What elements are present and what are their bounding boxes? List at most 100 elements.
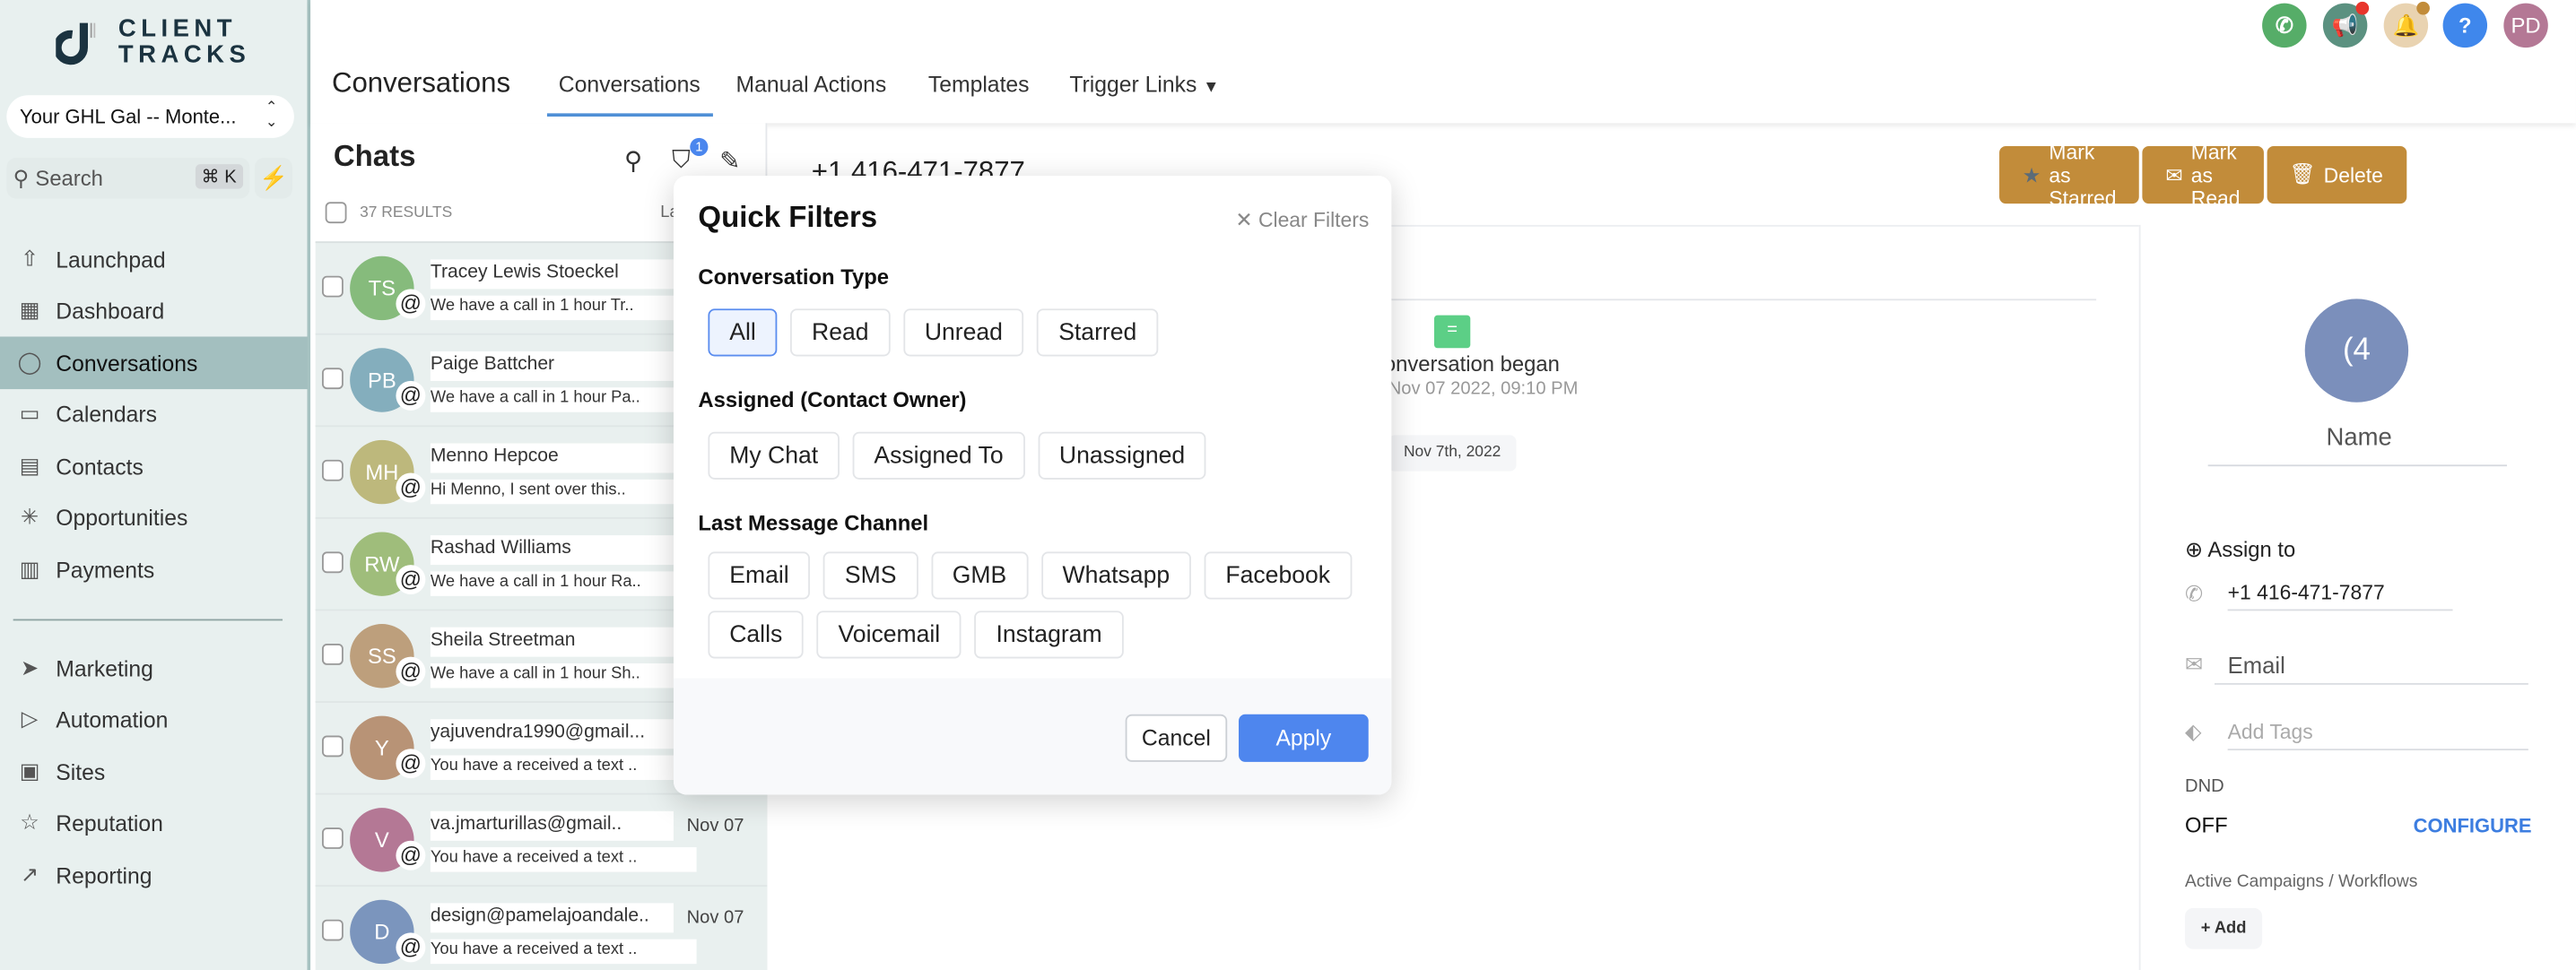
- sidebar-item-launchpad[interactable]: ⇧ Launchpad: [0, 233, 308, 286]
- tags-field[interactable]: Add Tags: [2227, 716, 2528, 751]
- search-icon[interactable]: ⚲: [624, 146, 642, 176]
- mark-as-read-label: Mark as Read: [2190, 140, 2241, 210]
- sidebar-item-conversations[interactable]: ◯ Conversations: [0, 336, 308, 390]
- filter-option-calls[interactable]: Calls: [708, 611, 805, 659]
- sidebar-item-dashboard[interactable]: ▦ Dashboard: [0, 284, 308, 337]
- results-row: 37 RESULTS: [325, 202, 452, 224]
- contact-name: Menno Hepcoe: [430, 443, 674, 473]
- tab-trigger-links[interactable]: Trigger Links ▼: [1069, 73, 1219, 97]
- assign-to-button[interactable]: ⊕ Assign to: [2185, 537, 2295, 563]
- help-icon[interactable]: ?: [2442, 3, 2488, 48]
- clear-filters-button[interactable]: ✕ Clear Filters: [1235, 207, 1369, 232]
- section-last-message-channel: Last Message Channel: [698, 510, 929, 536]
- conversation-type-options: All Read Unread Starred: [708, 308, 1159, 357]
- plus-circle-icon: ⊕: [2185, 536, 2204, 562]
- sidebar-item-contacts[interactable]: ▤ Contacts: [0, 440, 308, 493]
- bell-icon[interactable]: 🔔: [2383, 1, 2430, 48]
- sidebar-item-opportunities[interactable]: ✳ Opportunities: [0, 491, 308, 544]
- account-switcher[interactable]: Your GHL Gal -- Monte... ⌃ ⌄: [6, 95, 294, 138]
- row-checkbox[interactable]: [321, 459, 344, 481]
- phone-icon: ✆: [2185, 581, 2204, 606]
- logo-line-2: TRACKS: [117, 40, 251, 69]
- row-checkbox[interactable]: [321, 551, 344, 574]
- mark-as-read-button[interactable]: ✉ Mark as Read: [2142, 141, 2264, 210]
- contact-name: Rashad Williams: [430, 535, 674, 566]
- chat-list-item[interactable]: V @ va.jmarturillas@gmail.. You have a rece…: [315, 794, 768, 888]
- message-preview: We have a call in 1 hour Tr..: [430, 295, 697, 321]
- row-checkbox[interactable]: [321, 735, 344, 758]
- filter-option-voicemail[interactable]: Voicemail: [816, 611, 962, 659]
- filter-option-assigned-to[interactable]: Assigned To: [852, 431, 1025, 480]
- account-name: Your GHL Gal -- Monte...: [19, 105, 237, 128]
- sidebar-item-sites[interactable]: ▣ Sites: [0, 746, 308, 799]
- select-all-checkbox[interactable]: [325, 202, 347, 224]
- configure-link[interactable]: CONFIGURE: [2414, 814, 2532, 837]
- filter-option-facebook[interactable]: Facebook: [1204, 551, 1352, 600]
- contact-name: Tracey Lewis Stoeckel: [430, 259, 674, 290]
- quick-actions-bolt-icon[interactable]: ⚡: [254, 157, 293, 199]
- logo[interactable]: CLIENT TRACKS: [56, 15, 251, 69]
- sidebar-item-reputation[interactable]: ☆ Reputation: [0, 796, 308, 849]
- mark-as-starred-button[interactable]: ★ Mark as Starred: [1999, 141, 2140, 210]
- tab-conversations[interactable]: Conversations: [559, 73, 701, 97]
- calendar-icon: ▭: [19, 400, 40, 426]
- row-checkbox[interactable]: [321, 827, 344, 849]
- apply-button[interactable]: Apply: [1239, 714, 1369, 762]
- channel-options: Calls Voicemail Instagram: [708, 611, 1124, 659]
- chat-list-item[interactable]: D @ design@pamelajoandale.. You have a rece…: [316, 887, 768, 970]
- sidebar-item-label: Sites: [56, 759, 106, 784]
- sidebar-item-calendars[interactable]: ▭ Calendars: [0, 387, 308, 440]
- filter-option-email[interactable]: Email: [708, 551, 811, 600]
- phone-icon[interactable]: ✆: [2262, 3, 2307, 48]
- compose-icon[interactable]: ✎: [719, 146, 740, 176]
- message-preview: We have a call in 1 hour Pa..: [430, 387, 697, 412]
- phone-field[interactable]: +1 416-471-7877: [2227, 576, 2453, 611]
- campaigns-label: Active Campaigns / Workflows: [2185, 871, 2418, 892]
- megaphone-icon[interactable]: 📢: [2322, 1, 2370, 48]
- cancel-button[interactable]: Cancel: [1125, 714, 1228, 762]
- filter-option-unread[interactable]: Unread: [903, 308, 1024, 357]
- conversation-began-date: Nov 07 2022, 09:10 PM: [1388, 379, 1579, 400]
- filter-option-gmb[interactable]: GMB: [930, 551, 1029, 600]
- user-avatar[interactable]: PD: [2503, 3, 2548, 48]
- delete-button[interactable]: 🗑 Delete: [2266, 146, 2406, 204]
- sidebar-item-label: Dashboard: [56, 298, 165, 323]
- filter-option-starred[interactable]: Starred: [1037, 308, 1159, 357]
- row-checkbox[interactable]: [321, 368, 344, 390]
- add-campaign-button[interactable]: + Add: [2185, 907, 2263, 949]
- sidebar-divider: [13, 619, 283, 621]
- filter-option-read[interactable]: Read: [790, 308, 891, 357]
- filter-option-my-chat[interactable]: My Chat: [708, 431, 840, 480]
- filter-option-instagram[interactable]: Instagram: [974, 611, 1124, 659]
- sidebar-item-payments[interactable]: ▥ Payments: [0, 543, 308, 596]
- email-field[interactable]: Email: [2214, 647, 2528, 685]
- sites-icon: ▣: [19, 758, 40, 784]
- dnd-value: OFF: [2185, 812, 2228, 838]
- tab-templates[interactable]: Templates: [928, 73, 1030, 97]
- search-button[interactable]: ⚲ Search ⌘ K: [6, 157, 250, 199]
- row-checkbox[interactable]: [321, 275, 344, 298]
- filter-icon[interactable]: ⛉: [672, 146, 691, 174]
- filter-option-unassigned[interactable]: Unassigned: [1038, 431, 1206, 480]
- quick-filters-popup: Quick Filters ✕ Clear Filters Conversati…: [673, 175, 1392, 795]
- envelope-open-icon: ✉: [2165, 164, 2183, 187]
- contact-name-field[interactable]: Name: [2141, 424, 2576, 452]
- message-preview: You have a received a text ..: [430, 847, 697, 872]
- message-preview: We have a call in 1 hour Sh..: [430, 663, 697, 689]
- close-icon: ✕: [1235, 208, 1253, 232]
- sidebar-item-marketing[interactable]: ➤ Marketing: [0, 642, 308, 695]
- row-checkbox[interactable]: [321, 643, 344, 665]
- sidebar-item-automation[interactable]: ▷ Automation: [0, 693, 308, 746]
- sidebar-item-reporting[interactable]: ↗ Reporting: [0, 849, 308, 902]
- email-channel-icon: @: [396, 472, 426, 503]
- row-checkbox[interactable]: [321, 919, 344, 941]
- contact-name: yajuvendra1990@gmail...: [430, 719, 674, 749]
- tab-manual-actions[interactable]: Manual Actions: [736, 73, 887, 97]
- message-preview: You have a received a text ..: [430, 755, 697, 781]
- filter-option-all[interactable]: All: [708, 308, 778, 357]
- notification-dot: [2416, 1, 2430, 15]
- popup-title: Quick Filters: [698, 200, 878, 234]
- filter-option-whatsapp[interactable]: Whatsapp: [1040, 551, 1191, 600]
- rocket-icon: ⇧: [20, 246, 39, 272]
- filter-option-sms[interactable]: SMS: [823, 551, 918, 600]
